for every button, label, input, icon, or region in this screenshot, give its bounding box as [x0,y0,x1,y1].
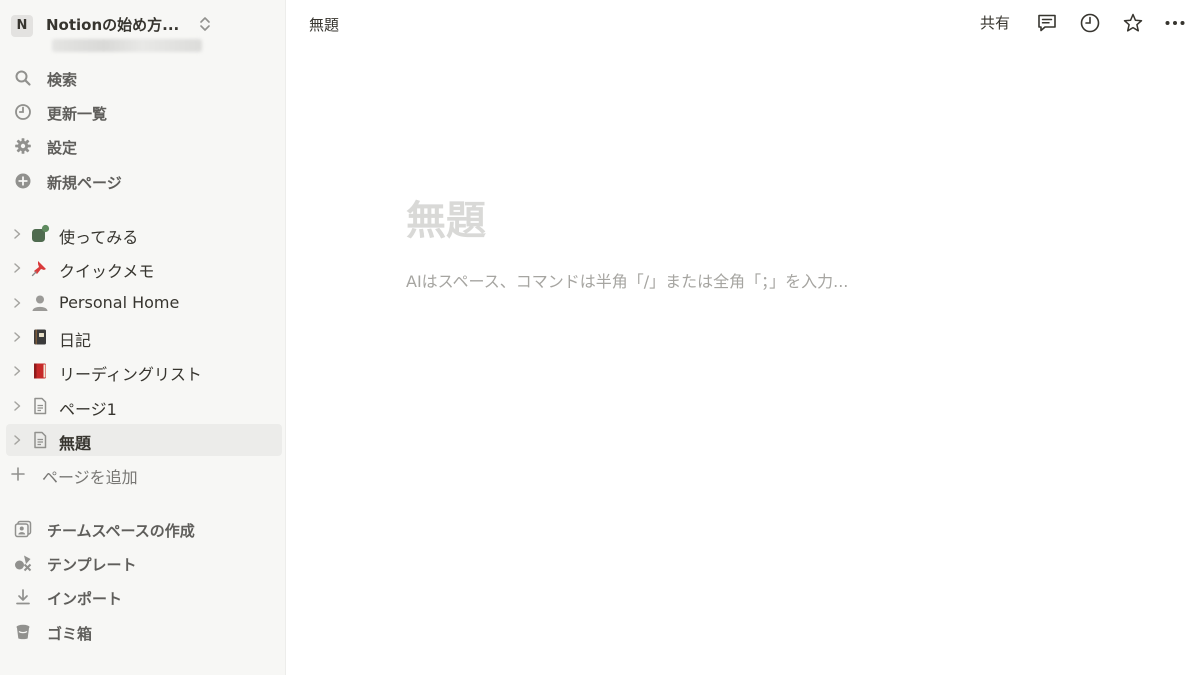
add-page-label: ページを追加 [42,468,138,487]
nav-settings[interactable]: 設定 [6,131,282,161]
chevron-right-icon[interactable] [10,399,24,413]
page-item-reading-list[interactable]: リーディングリスト [6,355,282,387]
editor-placeholder[interactable]: AIはスペース、コマンドは半角「/」または全角「；」を入力... [406,268,848,292]
chevron-right-icon[interactable] [10,364,24,378]
page-label: リーディングリスト [59,365,202,384]
nav-new-page[interactable]: 新規ページ [6,166,282,196]
nav-templates[interactable]: テンプレート [6,548,282,578]
nav-import[interactable]: インポート [6,582,282,612]
page-label: ページ1 [59,400,117,419]
chevron-right-icon[interactable] [10,296,24,310]
nav-templates-label: テンプレート [47,556,137,574]
breadcrumb-page-title[interactable]: 無題 [309,14,339,35]
page-label: 無題 [59,434,92,453]
nav-search[interactable]: 検索 [6,63,282,93]
workspace-avatar: N [11,15,33,37]
chevron-right-icon[interactable] [10,433,24,447]
page-label: 日記 [59,331,92,350]
teamspace-icon [14,520,32,538]
download-icon [14,588,32,606]
add-page-button[interactable]: ページを追加 [6,458,282,490]
nav-new-page-label: 新規ページ [47,174,122,192]
nav-create-teamspace[interactable]: チームスペースの作成 [6,514,282,544]
nav-import-label: インポート [47,590,123,608]
page-item-tsukattemiru[interactable]: 使ってみる [6,218,282,250]
red-book-icon [30,361,50,381]
sidebar: N Notionの始め方... 検索 更新一覧 設定 新規ページ 使ってみる ク… [0,0,286,675]
nav-search-label: 検索 [47,71,78,89]
plus-circle-icon [14,172,32,190]
chevron-right-icon[interactable] [10,330,24,344]
chevron-right-icon[interactable] [10,261,24,275]
search-icon [14,69,32,87]
green-bubbles-icon [30,224,50,244]
document-icon [30,430,50,450]
page-item-quick-memo[interactable]: クイックメモ [6,252,282,284]
page-item-page1[interactable]: ページ1 [6,390,282,422]
page-item-personal-home[interactable]: Personal Home [6,287,282,319]
comment-icon[interactable] [1035,11,1059,35]
more-icon[interactable] [1163,11,1187,35]
plus-icon [11,467,25,481]
nav-trash-label: ゴミ箱 [47,625,93,643]
page-label: Personal Home [59,293,180,312]
person-icon [30,293,50,313]
trash-icon [14,623,32,641]
workspace-switcher[interactable]: N Notionの始め方... [8,6,218,58]
nav-trash[interactable]: ゴミ箱 [6,617,282,647]
share-button[interactable]: 共有 [976,10,1014,36]
nav-updates[interactable]: 更新一覧 [6,97,282,127]
nav-settings-label: 設定 [47,139,78,157]
pushpin-icon [30,258,50,278]
document-icon [30,396,50,416]
clock-icon [14,103,32,121]
page-title-input[interactable]: 無題 [406,188,486,246]
shapes-icon [14,554,32,572]
page-label: クイックメモ [59,262,155,281]
page-item-diary[interactable]: 日記 [6,321,282,353]
gear-icon [14,137,32,155]
history-clock-icon[interactable] [1078,11,1102,35]
chevron-right-icon[interactable] [10,227,24,241]
workspace-email-blurred [52,39,202,52]
workspace-name: Notionの始め方... [46,16,180,34]
star-icon[interactable] [1121,11,1145,35]
notebook-icon [30,327,50,347]
nav-create-teamspace-label: チームスペースの作成 [47,522,195,540]
page-item-untitled[interactable]: 無題 [6,424,282,456]
chevron-up-down-icon [200,17,210,31]
nav-updates-label: 更新一覧 [47,105,108,123]
page-label: 使ってみる [59,228,139,247]
